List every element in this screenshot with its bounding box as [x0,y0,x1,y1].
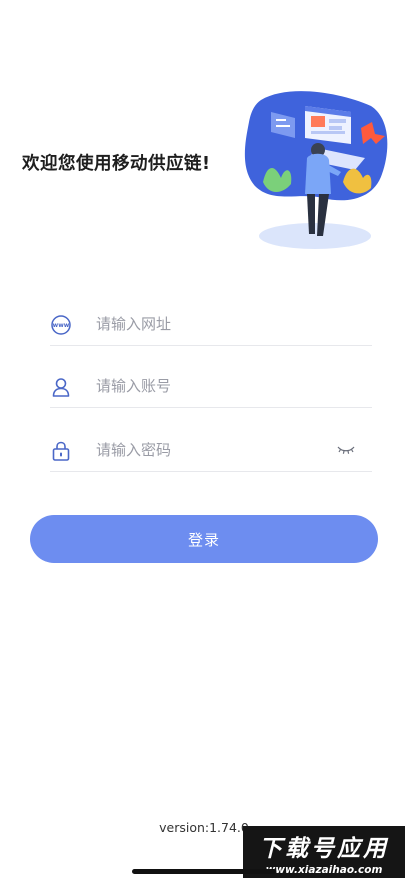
welcome-title: 欢迎您使用移动供应链! [22,154,211,174]
account-field [50,367,372,408]
eye-closed-icon[interactable] [336,443,356,457]
login-button[interactable]: 登录 [30,515,378,563]
password-input[interactable] [96,431,346,469]
home-indicator [132,869,276,874]
lock-icon [52,441,70,461]
hero-illustration [244,91,388,249]
user-icon [52,378,70,397]
www-icon-text: www [53,322,70,329]
url-field: www [50,305,372,346]
url-input[interactable] [96,305,346,343]
watermark-title: 下载号应用 [259,836,389,862]
password-field [50,431,372,472]
www-globe-icon: www [51,315,71,335]
account-input[interactable] [96,367,346,405]
